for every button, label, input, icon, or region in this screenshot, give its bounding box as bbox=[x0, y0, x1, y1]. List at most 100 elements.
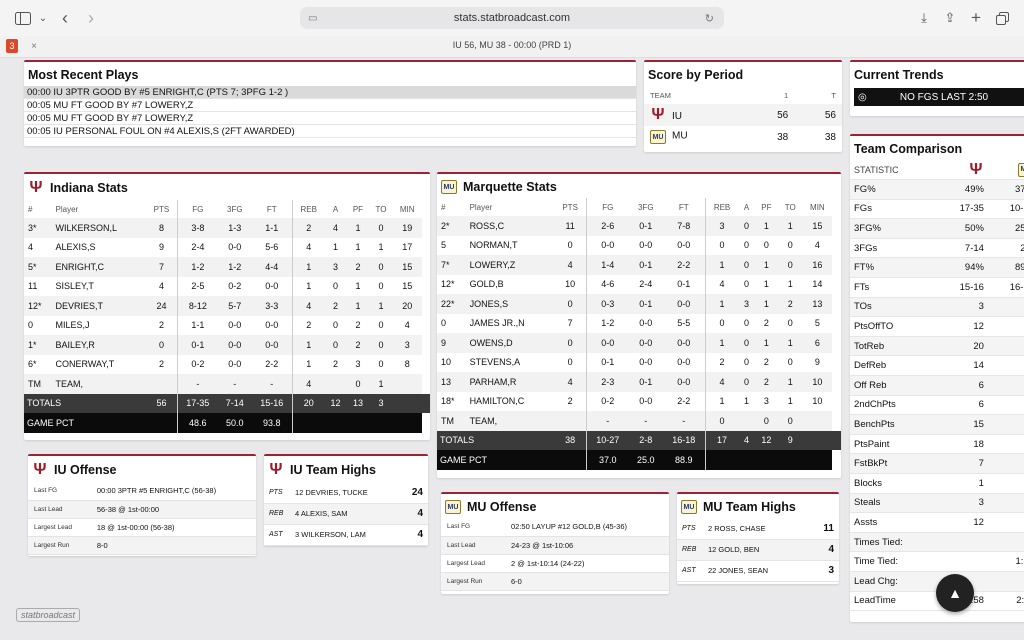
high-value: 4 bbox=[399, 524, 428, 546]
sidebar-toggle-icon[interactable] bbox=[14, 10, 32, 26]
player-row[interactable]: 4 ALEXIS,S 9 2-4 0-0 5-6 4 1 1 1 17 bbox=[24, 237, 430, 257]
tab-overview-icon[interactable] bbox=[994, 10, 1010, 26]
info-value: 24-23 @ 1st-10:06 bbox=[504, 536, 669, 555]
stat-cell: 1 bbox=[704, 391, 739, 411]
player-row[interactable]: 10 STEVENS,A 0 0-1 0-0 0-0 2 0 2 0 9 bbox=[437, 352, 841, 372]
iu-value: 15-16 bbox=[937, 277, 988, 298]
stat-cell: 0 bbox=[369, 335, 393, 355]
share-icon[interactable]: ⇪ bbox=[942, 10, 958, 26]
comparison-row: Steals31 bbox=[850, 493, 1024, 514]
stat-label: PtsPaint bbox=[850, 434, 938, 455]
stat-cell: 1-1 bbox=[251, 218, 293, 238]
iu-logo-icon: Ψ bbox=[33, 461, 47, 478]
stat-cell: 0 bbox=[567, 357, 573, 368]
player-row[interactable]: 11 SISLEY,T 4 2-5 0-2 0-0 1 0 1 0 15 bbox=[24, 276, 430, 296]
player-row[interactable]: 0 JAMES JR.,N 7 1-2 0-0 5-5 0 0 2 0 5 bbox=[437, 313, 841, 333]
address-bar[interactable]: ▭ stats.statbroadcast.com ↻ bbox=[300, 7, 724, 29]
team-comparison-panel: Team Comparison STATISTICΨMUFG%49%37%FGs… bbox=[850, 134, 1024, 622]
pct-cell: 93.8 bbox=[251, 413, 293, 433]
stat-cell: 0 bbox=[738, 216, 755, 236]
new-tab-icon[interactable]: + bbox=[968, 8, 984, 27]
stat-cell: 8 bbox=[146, 218, 178, 238]
stat-cell: 0 bbox=[369, 218, 393, 238]
forward-icon[interactable]: › bbox=[84, 8, 98, 28]
player-row[interactable]: 12* GOLD,B 10 4-6 2-4 0-1 4 0 1 1 14 bbox=[437, 274, 841, 294]
game-pct-row: GAME PCT 37.0 25.0 88.9 bbox=[437, 450, 841, 470]
scroll-to-top-button[interactable]: ▲ bbox=[936, 574, 974, 612]
player-row[interactable]: 18* HAMILTON,C 2 0-2 0-0 2-2 1 1 3 1 10 bbox=[437, 391, 841, 411]
stat-cell: 2-4 bbox=[639, 279, 653, 290]
back-icon[interactable]: ‹ bbox=[58, 8, 72, 28]
comparison-row: Off Reb65 bbox=[850, 375, 1024, 396]
column-header: MIN bbox=[399, 204, 415, 214]
player-row[interactable]: 13 PARHAM,R 4 2-3 0-1 0-0 4 0 2 1 10 bbox=[437, 372, 841, 392]
player-row[interactable]: 2* ROSS,C 11 2-6 0-1 7-8 3 0 1 1 15 bbox=[437, 216, 841, 236]
mu-logo-icon: MU bbox=[681, 500, 697, 514]
player-row[interactable]: 5* ENRIGHT,C 7 1-2 1-2 4-4 1 3 2 0 15 bbox=[24, 257, 430, 277]
team-name: MU bbox=[672, 130, 688, 142]
stat-cell: 5 bbox=[814, 318, 820, 329]
player-row[interactable]: 6* CONERWAY,T 2 0-2 0-0 2-2 1 2 3 0 8 bbox=[24, 354, 430, 374]
stat-cell: 4 bbox=[292, 237, 325, 257]
stat-cell: 0 bbox=[763, 240, 769, 251]
stat-cell: 7 bbox=[567, 318, 573, 329]
iu-value: 12 bbox=[937, 512, 988, 533]
stat-value: 1:51 bbox=[987, 551, 1024, 572]
player-row[interactable]: 7* LOWERY,Z 4 1-4 0-1 2-2 1 0 1 0 16 bbox=[437, 255, 841, 275]
stat-cell: 1-2 bbox=[176, 257, 219, 277]
current-trends-title: Current Trends bbox=[854, 68, 944, 82]
reload-icon[interactable]: ↻ bbox=[705, 12, 714, 25]
current-trends-panel: Current Trends ◎ NO FGS LAST 2:50 bbox=[850, 60, 1024, 116]
total-cell: 10-27 bbox=[585, 430, 629, 450]
stat-cell: 10 bbox=[565, 279, 576, 290]
mu-value: 1 bbox=[987, 473, 1024, 494]
stat-cell: 0 bbox=[787, 318, 793, 329]
player-row[interactable]: 0 MILES,J 2 1-1 0-0 0-0 2 0 2 0 4 bbox=[24, 315, 430, 335]
comparison-row: Assts124 bbox=[850, 512, 1024, 533]
stat-cell: 0-1 bbox=[628, 372, 663, 392]
player-row[interactable]: 5 NORMAN,T 0 0-0 0-0 0-0 0 0 0 0 4 bbox=[437, 235, 841, 255]
pct-cell: 50.0 bbox=[218, 413, 252, 433]
info-value: 18 @ 1st-00:00 (56-38) bbox=[90, 518, 256, 537]
stat-cell: - bbox=[218, 374, 252, 394]
iu-logo-icon: Ψ bbox=[969, 160, 983, 178]
iu-value: 94% bbox=[937, 257, 988, 279]
stat-cell: 0-0 bbox=[218, 335, 252, 355]
chevron-down-icon[interactable]: ⌄ bbox=[38, 10, 48, 26]
stat-cell bbox=[554, 411, 587, 431]
stat-cell bbox=[392, 374, 422, 394]
stat-cell: 2 bbox=[158, 359, 164, 370]
player-row[interactable]: 12* DEVRIES,T 24 8-12 5-7 3-3 4 2 1 1 20 bbox=[24, 296, 430, 316]
player-row[interactable]: 9 OWENS,D 0 0-0 0-0 0-0 1 0 1 1 6 bbox=[437, 333, 841, 353]
player-row[interactable]: 1* BAILEY,R 0 0-1 0-0 0-0 1 0 2 0 3 bbox=[24, 335, 430, 355]
stat-cell: 2 bbox=[292, 218, 325, 238]
high-row: REB 12 GOLD, BEN 4 bbox=[677, 539, 839, 561]
recent-plays-panel: Most Recent Plays 00:00 IU 3PTR GOOD BY … bbox=[24, 60, 636, 146]
mu-value: 17 bbox=[987, 336, 1024, 357]
stat-cell: 20 bbox=[392, 296, 422, 316]
download-icon[interactable]: ⤓ bbox=[916, 10, 932, 26]
comparison-row: PtsOffTO122 bbox=[850, 316, 1024, 337]
stat-cell: 2 bbox=[158, 320, 164, 331]
comparison-row: BenchPts1511 bbox=[850, 414, 1024, 435]
stat-cell: 6* bbox=[28, 359, 37, 370]
stat-cell: 0 bbox=[324, 335, 347, 355]
player-row[interactable]: TM TEAM, - - -4 0 1 bbox=[24, 374, 430, 394]
stat-cell: 7* bbox=[437, 255, 467, 275]
total-cell: 17 bbox=[704, 430, 739, 450]
tab-title[interactable]: IU 56, MU 38 - 00:00 (PRD 1) bbox=[0, 40, 1024, 50]
info-value: 00:00 3PTR #5 ENRIGHT,C (56-38) bbox=[90, 482, 256, 501]
player-name: SISLEY,T bbox=[55, 281, 94, 292]
player-row[interactable]: 22* JONES,S 0 0-3 0-1 0-0 1 3 1 2 13 bbox=[437, 294, 841, 314]
player-row[interactable]: 3* WILKERSON,L 8 3-8 1-3 1-1 2 4 1 0 19 bbox=[24, 218, 430, 238]
iu-offense-title: IU Offense bbox=[54, 463, 117, 477]
stat-cell: 2 bbox=[346, 257, 370, 277]
stat-cell: 2-2 bbox=[677, 396, 691, 407]
stat-cell: 2-4 bbox=[176, 237, 219, 257]
player-row[interactable]: TM TEAM, - - -0 0 0 bbox=[437, 411, 841, 431]
statbroadcast-logo[interactable]: statbroadcast bbox=[16, 608, 81, 622]
stat-cell: 0-1 bbox=[628, 294, 663, 314]
stat-cell: 0-0 bbox=[265, 320, 279, 331]
stat-cell: 4 bbox=[404, 320, 410, 331]
stat-cell: 2-2 bbox=[662, 255, 706, 275]
